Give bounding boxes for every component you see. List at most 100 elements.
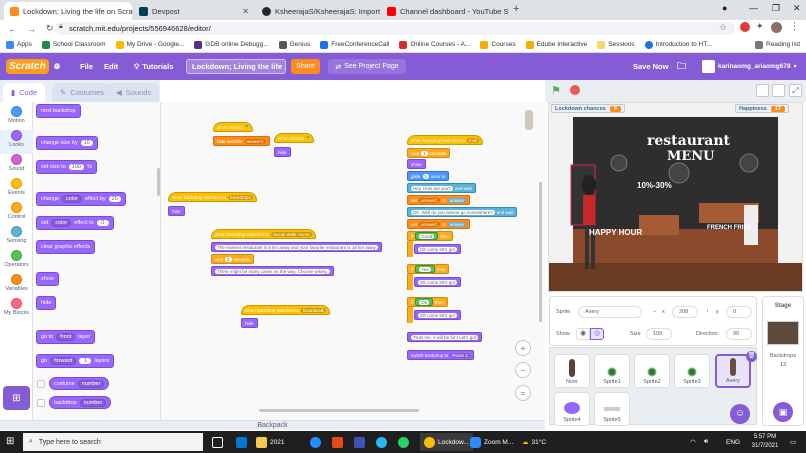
variable-dropdown[interactable]: answer1 — [244, 138, 266, 144]
number-dropdown[interactable]: number — [79, 398, 107, 407]
block-set-size[interactable]: set size to 100% — [36, 160, 97, 174]
block-input[interactable]: 100 — [68, 164, 84, 170]
block-switch-backdrop[interactable]: switch backdrop to Room 1 — [407, 350, 475, 360]
new-tab-icon[interactable]: + — [513, 3, 519, 15]
block-input[interactable]: 0 — [96, 220, 109, 226]
backdrop-checkbox[interactable] — [37, 399, 45, 407]
block-change-size[interactable]: change size by 10 — [36, 136, 98, 150]
bookmark-genius[interactable]: Genius — [278, 40, 310, 49]
menu-dots-icon[interactable]: ⋮ — [790, 21, 799, 32]
choose-backdrop-icon[interactable]: ▣ — [773, 402, 793, 422]
delete-sprite-icon[interactable]: 🗑︎ — [746, 351, 757, 362]
block-hide-variable[interactable]: hide variable answer1 — [213, 136, 270, 146]
wait-input[interactable]: 1 — [421, 150, 428, 156]
sprite-name-input[interactable]: Avery — [578, 306, 642, 318]
taskbar-folder-2021[interactable]: 2021 — [256, 433, 284, 451]
fullscreen-icon[interactable]: ⤢ — [789, 84, 802, 97]
block-set-effect[interactable]: set color effect to 0 — [36, 216, 114, 230]
block-set-variable[interactable]: set answer1 to answer — [407, 219, 471, 229]
close-window-icon[interactable]: ✕ — [793, 3, 801, 14]
store-icon[interactable] — [354, 433, 365, 451]
say-input[interactable]: Trust me, it will be fun! Let's go! — [411, 334, 478, 340]
block-say[interactable]: Oh come let's go! — [414, 310, 461, 320]
palette-scrollbar[interactable] — [157, 168, 160, 196]
volume-icon[interactable]: 🔊︎ — [704, 433, 708, 451]
hat-when-backdrop-switches[interactable]: when backdrop switches to Boardwalk — [241, 305, 331, 315]
extension-icon[interactable] — [740, 22, 750, 32]
taskbar-weather[interactable]: ☁ 31°C — [522, 433, 546, 451]
y-input[interactable]: 0 — [726, 306, 752, 318]
zoom-in-icon[interactable]: + — [515, 340, 531, 356]
block-hide[interactable]: hide — [36, 296, 57, 310]
office-icon[interactable] — [332, 433, 343, 451]
block-say[interactable]: Oh come let's go! — [414, 277, 461, 287]
sprite-thumb-sprite4[interactable]: Sprite4 — [554, 392, 590, 426]
block-if[interactable]: if Yes then — [407, 264, 450, 274]
taskbar-zoom[interactable]: Zoom M... — [470, 433, 513, 451]
x-input[interactable]: 208 — [672, 306, 698, 318]
category-motion[interactable]: Motion — [0, 106, 33, 130]
record-icon[interactable]: ● — [722, 3, 727, 13]
block-set-variable[interactable]: set answer1 to answer — [407, 195, 471, 205]
backpack-bar[interactable]: Backpack — [0, 420, 545, 430]
compare-input[interactable]: Ok — [419, 299, 430, 305]
workspace-h-scrollbar[interactable] — [259, 409, 419, 412]
workspace-v-scrollbar[interactable] — [539, 182, 542, 322]
my-stuff-folder-icon[interactable]: 🗀︎ — [677, 53, 686, 80]
hat-when-backdrop-switches[interactable]: when backdrop switches to backdrop4 — [168, 192, 258, 202]
say-input[interactable]: Oh come let's go! — [418, 312, 457, 318]
browser-tab-github[interactable]: KsheerajaS/KsheerajaS: Import a ✕ — [256, 2, 380, 20]
edge-icon[interactable] — [310, 433, 321, 451]
whatsapp-icon[interactable] — [398, 433, 409, 451]
category-operators[interactable]: Operators — [0, 250, 33, 274]
zoom-reset-icon[interactable]: = — [515, 385, 531, 401]
show-hidden-eye-icon[interactable]: ◎ — [590, 328, 604, 340]
direction-input[interactable]: 90 — [726, 328, 752, 340]
task-view-icon[interactable] — [212, 433, 223, 451]
block-ask-and-wait[interactable]: Oh. Well do you wanna go somewhere? and w… — [407, 207, 518, 217]
block-say[interactable]: Trust me, it will be fun! Let's go! — [407, 332, 482, 342]
size-input[interactable]: 100 — [646, 328, 672, 340]
direction-dropdown[interactable]: forward — [50, 357, 77, 365]
effect-dropdown[interactable]: color — [51, 219, 72, 227]
puzzle-icon[interactable]: ✦ — [756, 21, 764, 32]
block-say[interactable]: There might be many cases on the way. Ch… — [211, 266, 334, 276]
category-my-blocks[interactable]: My Blocks — [0, 298, 33, 322]
tab-code[interactable]: ▮ Code — [3, 83, 46, 102]
browser-tab-youtube[interactable]: Channel dashboard - YouTube St ✕ — [381, 2, 509, 20]
glide-input[interactable]: 1 — [422, 173, 430, 179]
minimize-icon[interactable]: — — [749, 3, 758, 13]
block-say[interactable]: Oh come let's go! — [414, 244, 461, 254]
show-visible-eye-icon[interactable]: ◉ — [576, 328, 590, 340]
block-show[interactable]: show — [36, 272, 59, 286]
backdrop-dropdown[interactable]: Room 1 — [450, 352, 471, 358]
category-sensing[interactable]: Sensing — [0, 226, 33, 250]
say-input[interactable]: There might be many cases on the way. Ch… — [215, 268, 330, 274]
variable-dropdown[interactable]: answer1 — [419, 197, 441, 203]
choose-sprite-icon[interactable]: ☺ — [730, 404, 750, 424]
costume-checkbox[interactable] — [37, 380, 45, 388]
category-looks[interactable]: Looks — [0, 130, 33, 154]
save-now-button[interactable]: Save Now — [633, 53, 668, 80]
language-indicator[interactable]: ENG — [726, 433, 740, 451]
answer-reporter[interactable]: answer — [447, 221, 467, 227]
sprite-thumb-avery[interactable]: Avery — [715, 354, 751, 388]
wifi-icon[interactable]: ◠ — [690, 433, 696, 451]
category-variables[interactable]: Variables — [0, 274, 33, 298]
compare-input[interactable]: Good — [419, 233, 435, 239]
ask-input[interactable]: Hey, How are you? — [411, 185, 453, 191]
block-hide[interactable]: hide — [241, 318, 258, 328]
stage-canvas[interactable]: restaurant MENU HAPPY HOUR 10%-30% FRENC… — [548, 102, 803, 292]
url-bar[interactable]: 🔒︎ scratch.mit.edu/projects/556946628/ed… — [55, 22, 735, 35]
large-stage-icon[interactable] — [772, 84, 785, 97]
reload-icon[interactable]: ↻ — [46, 23, 54, 34]
add-extension-icon[interactable]: ⊞ — [3, 386, 30, 410]
sprite-thumb-sprite1[interactable]: ✹ Sprite1 — [594, 354, 630, 388]
bookmark-freeconference[interactable]: FreeConferenceCall — [320, 40, 389, 49]
forward-icon[interactable]: → — [27, 24, 36, 34]
bookmark-html[interactable]: Introduction to HT... — [644, 40, 712, 49]
bookmark-drive[interactable]: My Drive - Google... — [115, 40, 184, 49]
operator-equals[interactable]: Yes — [415, 265, 435, 273]
block-glide[interactable]: glide 1 secs to — [407, 171, 450, 181]
block-go-to-layer[interactable]: go to front layer — [36, 330, 96, 344]
